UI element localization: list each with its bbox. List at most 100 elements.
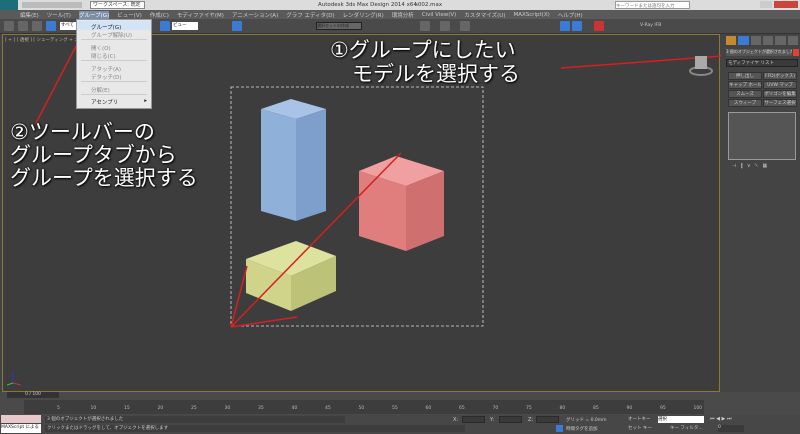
axis-gizmo-icon xyxy=(6,373,22,386)
menu-item-assembly[interactable]: アセンブリ ▸ xyxy=(77,97,151,106)
smooth-button[interactable]: スムーズ xyxy=(728,90,762,98)
x-coordinate-field[interactable] xyxy=(462,416,485,423)
menu-item-group[interactable]: グループ(G) xyxy=(77,21,151,31)
tick-label: 25 xyxy=(191,406,197,411)
extrude-button[interactable]: 押し出し xyxy=(728,72,762,80)
surface-select-button[interactable]: サーフェス選択 xyxy=(763,99,797,107)
modifier-list-dropdown[interactable]: モディファイヤ リスト xyxy=(726,59,798,67)
menu-item-ungroup[interactable]: グループ解除(U) xyxy=(77,30,151,39)
red-box xyxy=(359,156,444,251)
utilities-tab-icon[interactable] xyxy=(787,36,798,45)
menu-item-explode[interactable]: 分解(E) xyxy=(77,84,151,94)
menu-tools[interactable]: ツール(T) xyxy=(47,11,71,19)
time-slider[interactable]: 0 / 100 xyxy=(7,392,59,398)
menu-item-open[interactable]: 開く(O) xyxy=(77,42,151,52)
object-color-swatch[interactable] xyxy=(793,49,799,56)
file-name: s002.max xyxy=(415,2,443,8)
time-tag-icon[interactable] xyxy=(556,425,563,432)
yellow-box xyxy=(246,241,336,311)
menu-item-close[interactable]: 閉じる(C) xyxy=(77,51,151,60)
layer-icon[interactable] xyxy=(594,21,604,31)
render-icon[interactable] xyxy=(460,21,470,31)
menu-customize[interactable]: カスタマイズ(U) xyxy=(464,11,505,19)
menu-create[interactable]: 作成(C) xyxy=(150,11,169,19)
callout-2-line-2: グループタブから xyxy=(10,143,177,167)
prompt-message: クリックまたはドラッグをして、オブジェクトを選択します xyxy=(45,425,465,432)
quick-access-toolbar[interactable] xyxy=(22,2,82,8)
tick-label: 75 xyxy=(526,406,532,411)
modify-tab-icon[interactable] xyxy=(738,36,749,45)
tick-label: 35 xyxy=(258,406,264,411)
menu-graph-editors[interactable]: グラフ エディタ(D) xyxy=(286,11,334,19)
playback-controls[interactable]: ⏮ ◀ ▶ ⏭ xyxy=(710,416,731,422)
link-icon[interactable] xyxy=(4,21,14,31)
search-input[interactable] xyxy=(615,1,690,9)
motion-tab-icon[interactable] xyxy=(762,36,774,45)
bind-icon[interactable] xyxy=(32,21,42,31)
modifier-stack[interactable] xyxy=(728,112,796,160)
key-filters-button[interactable]: キー フィルタ... xyxy=(670,425,703,431)
tick-label: 50 xyxy=(358,406,365,411)
menu-modifiers[interactable]: モディファイヤ(M) xyxy=(177,11,224,19)
app-title: Autodesk 3ds Max Design 2014 x64 xyxy=(318,2,417,8)
cap-holes-button[interactable]: キャップ ホール xyxy=(728,81,762,89)
stack-controls[interactable]: ⊣‖∨␡▦ xyxy=(732,163,796,170)
menu-edit[interactable]: 編集(E) xyxy=(20,11,39,19)
hierarchy-tab-icon[interactable] xyxy=(750,36,761,45)
menu-help[interactable]: ヘルプ(H) xyxy=(558,11,583,19)
unlink-icon[interactable] xyxy=(18,21,28,31)
grid-spacing: グリッド = 0.0mm xyxy=(566,418,607,423)
tick-label: 60 xyxy=(425,406,432,411)
reference-coord-icon[interactable] xyxy=(160,21,170,31)
current-frame-field[interactable]: 0 xyxy=(718,425,744,432)
y-coordinate-field[interactable] xyxy=(499,416,522,423)
vray-ifb-button[interactable]: V-Ray IFB xyxy=(640,23,661,28)
workspace-dropdown[interactable]: ワークスペース: 既定 xyxy=(90,1,145,9)
menu-maxscript[interactable]: MAXScript(X) xyxy=(513,12,549,18)
tick-label: 100 xyxy=(693,406,703,411)
menu-group[interactable]: グループ(G) xyxy=(78,10,110,19)
menu-animation[interactable]: アニメーション(A) xyxy=(232,11,278,19)
close-button[interactable] xyxy=(774,1,798,8)
callout-1-line-2: モデルを選択する xyxy=(352,62,520,86)
track-bar[interactable]: 5 10 15 20 25 30 35 40 45 50 55 60 65 70 75 80 85 90 95 100 xyxy=(24,400,704,414)
group-menu-dropdown: グループ(G) グループ解除(U) 開く(O) 閉じる(C) アタッチ(A) デ… xyxy=(76,19,152,109)
view-dropdown[interactable]: ビュー xyxy=(172,22,198,30)
menu-rendering[interactable]: レンダリング(R) xyxy=(343,11,384,19)
edit-poly-button[interactable]: ポリゴンを編集 xyxy=(763,90,797,98)
pivot-icon[interactable] xyxy=(232,21,242,31)
uvw-map-button[interactable]: UVW マップ xyxy=(763,81,797,89)
z-coordinate-field[interactable] xyxy=(536,416,559,423)
tick-label: 70 xyxy=(492,406,499,411)
menu-item-detach[interactable]: デタッチ(D) xyxy=(77,72,151,81)
object-name-field[interactable]: 3 個のオブジェクトが選択されました xyxy=(726,49,792,56)
selection-filter[interactable]: すべて xyxy=(60,22,76,30)
xy-plane-icon[interactable] xyxy=(572,21,582,31)
tick-label: 30 xyxy=(224,406,231,411)
xy-constraint-icon[interactable] xyxy=(560,21,570,31)
menu-civil-view[interactable]: Civil View(V) xyxy=(422,12,457,18)
key-selection-dropdown[interactable]: 選択 xyxy=(658,416,704,423)
submenu-arrow-icon: ▸ xyxy=(144,98,147,104)
menu-item-attach[interactable]: アタッチ(A) xyxy=(77,63,151,73)
command-panel: 3 個のオブジェクトが選択されました モディファイヤ リスト 押し出し FFD(… xyxy=(722,34,800,392)
menu-divider xyxy=(81,93,147,96)
display-tab-icon[interactable] xyxy=(775,36,786,45)
set-key-button[interactable]: セット キー xyxy=(628,425,652,431)
menu-item-label: アセンブリ xyxy=(91,100,119,106)
menu-view[interactable]: ビュー(V) xyxy=(117,11,142,19)
auto-key-button[interactable]: オートキー xyxy=(628,416,651,422)
maxscript-label[interactable]: MAXScript による xyxy=(1,424,41,433)
ffd-box-button[interactable]: FFD(ボックス) xyxy=(763,72,797,80)
material-editor-icon[interactable] xyxy=(420,21,430,31)
create-tab-icon[interactable] xyxy=(726,36,737,45)
menu-analysis[interactable]: 環境分析 xyxy=(392,11,414,19)
tick-label: 55 xyxy=(392,406,398,411)
render-setup-icon[interactable] xyxy=(440,21,450,31)
add-time-tag[interactable]: 時間タグを追加 xyxy=(566,426,598,432)
maxscript-listener[interactable] xyxy=(1,415,41,423)
sweep-button[interactable]: スウィープ xyxy=(728,99,762,107)
select-icon[interactable] xyxy=(46,21,56,31)
minimize-button[interactable] xyxy=(760,1,772,8)
named-selection-set[interactable]: 選択セットの作成 xyxy=(316,22,362,30)
